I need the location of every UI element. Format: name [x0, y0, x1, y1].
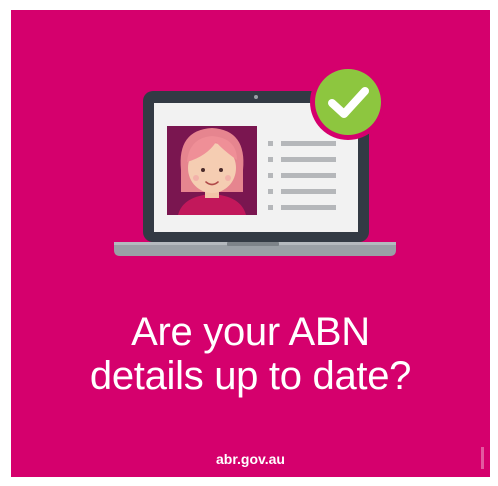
check-circle-icon: [310, 64, 386, 140]
avatar-icon: [167, 126, 257, 215]
watermark-mark: [481, 447, 484, 469]
website-url: abr.gov.au: [216, 451, 285, 467]
page: Are your ABN details up to date? abr.gov…: [0, 0, 498, 486]
headline-line-2: details up to date?: [89, 354, 412, 398]
laptop-illustration: [114, 64, 396, 256]
headline-line-1: Are your ABN: [131, 310, 370, 354]
abn-poster: Are your ABN details up to date? abr.gov…: [11, 10, 490, 477]
